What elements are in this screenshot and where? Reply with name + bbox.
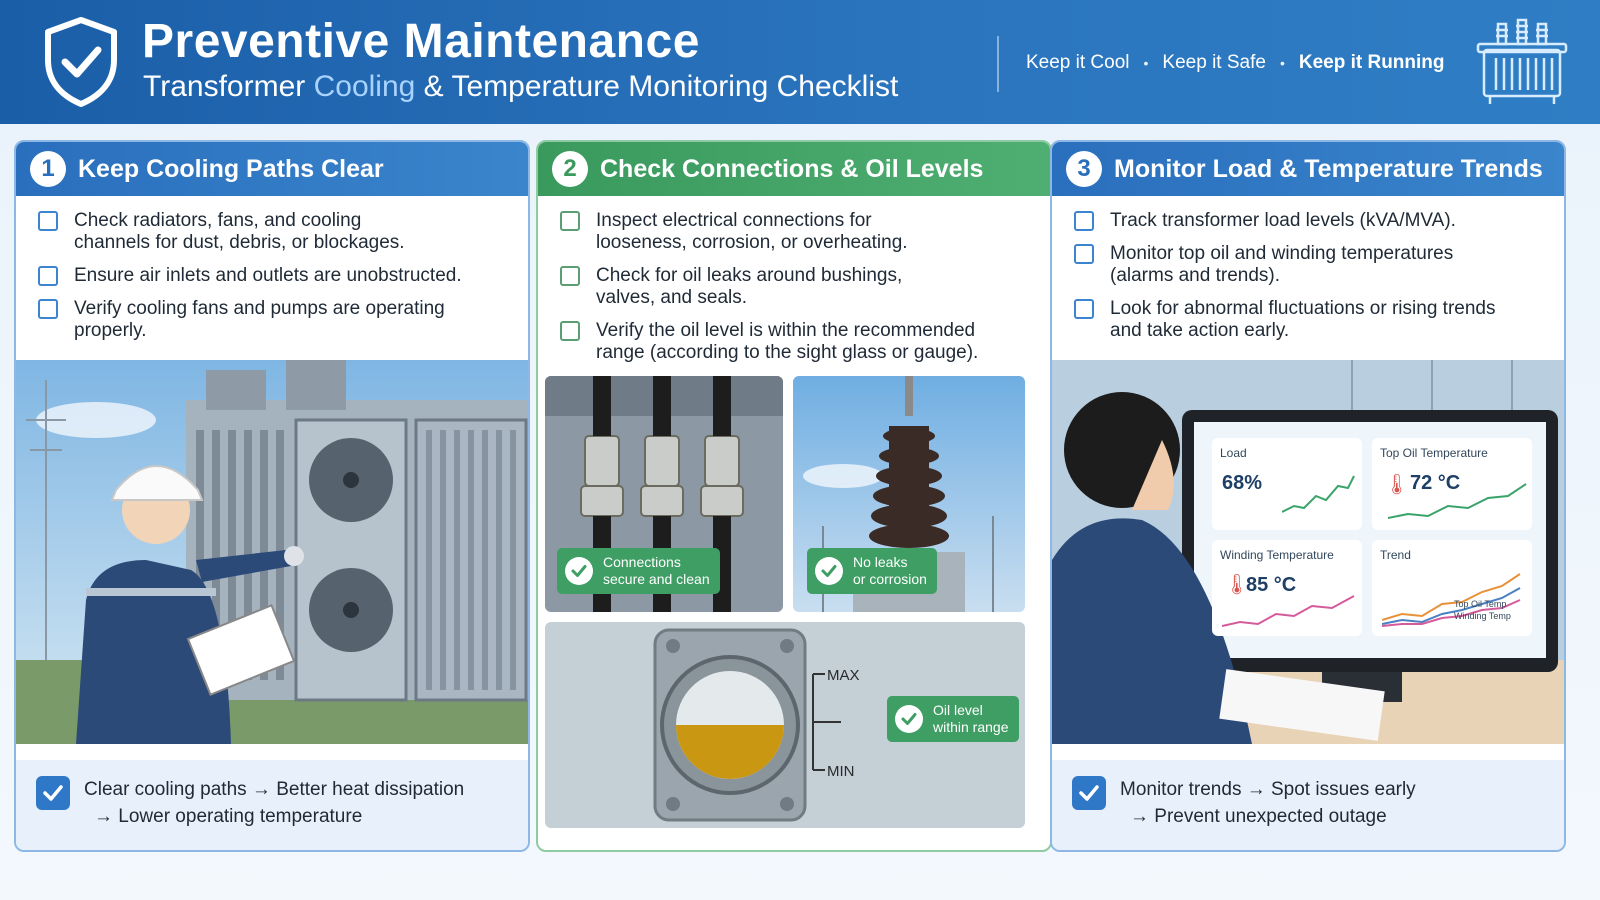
header-divider: [997, 36, 999, 92]
checkbox[interactable]: [38, 211, 58, 231]
subtitle-accent: Cooling: [313, 70, 416, 103]
checklist-item: Inspect electrical connections for loose…: [560, 210, 1030, 254]
bushing-image: No leaks or corrosion: [793, 376, 1025, 612]
note-line-2: → Lower operating temperature: [94, 806, 363, 827]
checklist: Track transformer load levels (kVA/MVA).…: [1052, 196, 1564, 342]
checkbox[interactable]: [1074, 211, 1094, 231]
tagline-safe: Keep it Safe: [1162, 52, 1266, 73]
check-circle-icon: [895, 705, 923, 733]
gauge-min-label: MIN: [827, 763, 855, 780]
page-title: Preventive Maintenance: [142, 15, 700, 68]
panel-title: Monitor Load & Temperature Trends: [1114, 154, 1543, 183]
tagline-cool: Keep it Cool: [1026, 52, 1130, 73]
badge-connections: Connections secure and clean: [557, 548, 720, 594]
step-number: 2: [552, 151, 588, 187]
shield-check-icon: [45, 17, 117, 107]
checklist-item: Verify cooling fans and pumps are operat…: [38, 298, 508, 342]
header-banner: Preventive Maintenance Transformer Cooli…: [0, 0, 1600, 124]
connections-image: Connections secure and clean: [545, 376, 783, 612]
check-circle-icon: [815, 557, 843, 585]
panel-header: 3 Monitor Load & Temperature Trends: [1052, 142, 1564, 196]
panel-title: Keep Cooling Paths Clear: [78, 154, 384, 183]
panel-title: Check Connections & Oil Levels: [600, 154, 984, 183]
checklist-item: Verify the oil level is within the recom…: [560, 320, 1030, 364]
panel-header: 2 Check Connections & Oil Levels: [538, 142, 1050, 196]
benefit-note: Monitor trends → Spot issues early → Pre…: [1052, 760, 1564, 850]
page-subtitle: Transformer Cooling & Temperature Monito…: [143, 70, 899, 103]
load-value: 68%: [1222, 472, 1263, 494]
step-number: 3: [1066, 151, 1102, 187]
oil-sight-glass-image: MAX MIN Oil level within range: [545, 622, 1025, 828]
tagline: Keep it Cool • Keep it Safe • Keep it Ru…: [1026, 52, 1445, 73]
checkbox[interactable]: [38, 299, 58, 319]
badge-no-leaks: No leaks or corrosion: [807, 548, 937, 594]
step-number: 1: [30, 151, 66, 187]
operator-monitoring-image: Load 68% Top Oil Temperature 🌡 72 °C Win…: [1052, 360, 1564, 744]
gauge-max-label: MAX: [827, 667, 860, 684]
checkbox[interactable]: [560, 211, 580, 231]
checklist-item: Monitor top oil and winding temperatures…: [1074, 243, 1544, 287]
winding-widget: Winding Temperature 🌡 85 °C: [1212, 540, 1362, 636]
note-line-2: → Prevent unexpected outage: [1130, 806, 1387, 827]
checklist-item: Check radiators, fans, and cooling chann…: [38, 210, 508, 254]
checkbox[interactable]: [1074, 244, 1094, 264]
panel-header: 1 Keep Cooling Paths Clear: [16, 142, 528, 196]
checklist: Check radiators, fans, and cooling chann…: [16, 196, 528, 342]
checked-box-icon: [1072, 776, 1106, 810]
note-line-1: Monitor trends → Spot issues early: [1120, 779, 1416, 800]
checkbox[interactable]: [560, 266, 580, 286]
checklist: Inspect electrical connections for loose…: [538, 196, 1050, 364]
trend-legend: Top Oil Temp Winding Temp: [1454, 599, 1511, 621]
transformer-icon: [1476, 18, 1568, 104]
check-circle-icon: [565, 557, 593, 585]
panel-cooling-paths: 1 Keep Cooling Paths Clear Check radiato…: [14, 140, 530, 852]
checked-box-icon: [36, 776, 70, 810]
badge-oil-level: Oil level within range: [887, 696, 1019, 742]
checkbox[interactable]: [1074, 299, 1094, 319]
benefit-note: Clear cooling paths → Better heat dissip…: [16, 760, 528, 850]
checklist-item: Track transformer load levels (kVA/MVA).: [1074, 210, 1544, 232]
checklist-item: Ensure air inlets and outlets are unobst…: [38, 265, 508, 287]
panel-connections-oil: 2 Check Connections & Oil Levels Inspect…: [536, 140, 1052, 852]
note-line-1: Clear cooling paths → Better heat dissip…: [84, 779, 465, 800]
top-oil-widget: Top Oil Temperature 🌡 72 °C: [1372, 438, 1532, 530]
trend-widget: Trend Top Oil Temp Winding Temp: [1372, 540, 1532, 636]
checkbox[interactable]: [560, 321, 580, 341]
checkbox[interactable]: [38, 266, 58, 286]
panel-load-temperature: 3 Monitor Load & Temperature Trends Trac…: [1050, 140, 1566, 852]
technician-inspecting-radiator-image: [16, 360, 528, 744]
load-widget: Load 68%: [1212, 438, 1362, 530]
tagline-running: Keep it Running: [1298, 52, 1445, 73]
checklist-item: Check for oil leaks around bushings, val…: [560, 265, 1030, 309]
checklist-item: Look for abnormal fluctuations or rising…: [1074, 298, 1544, 342]
